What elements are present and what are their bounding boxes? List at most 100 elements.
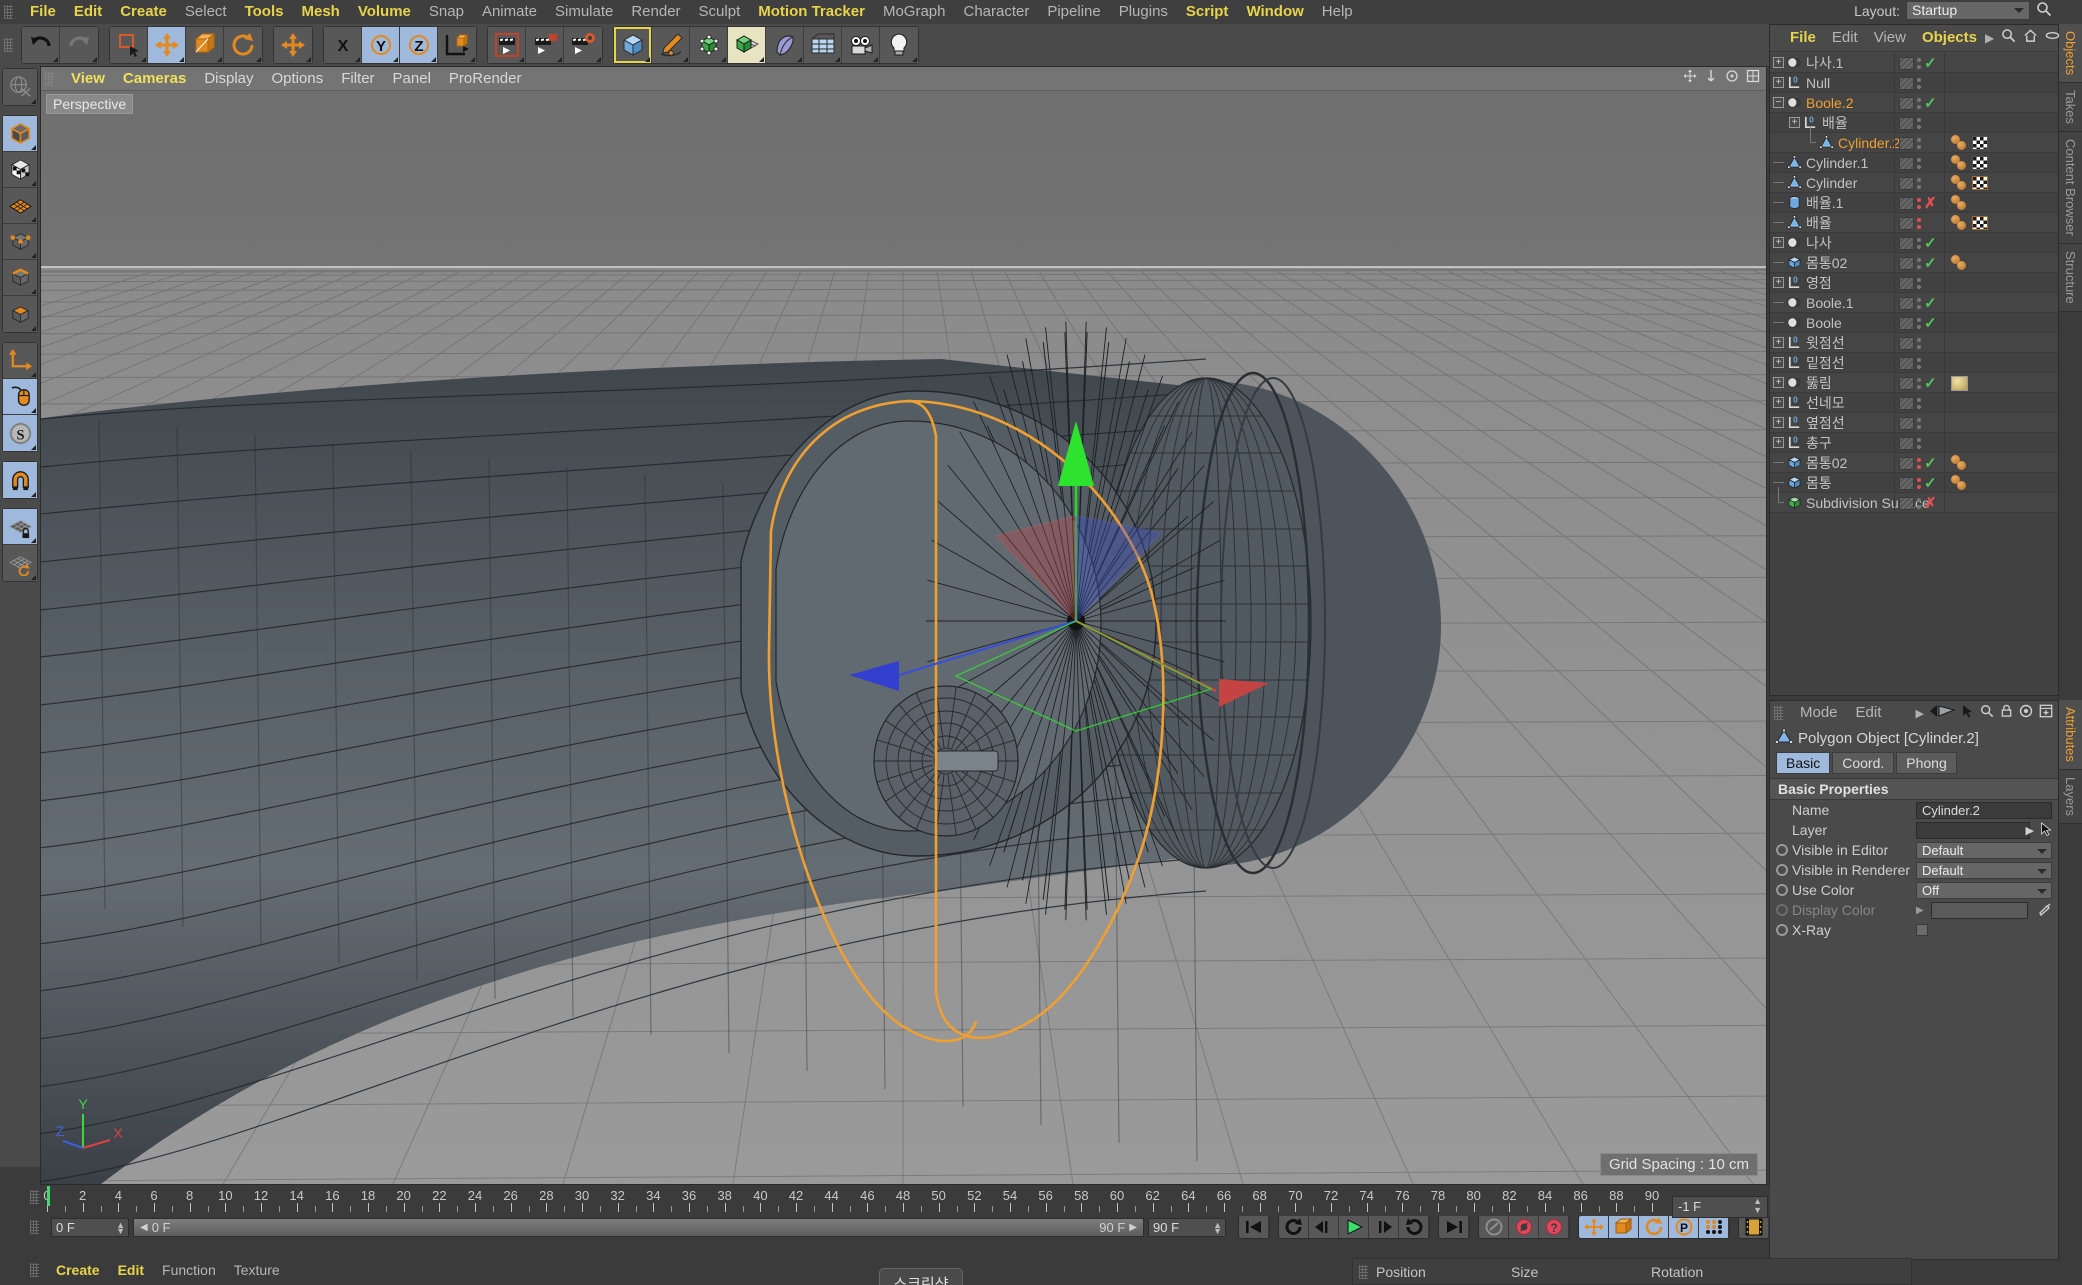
rotation-key-button[interactable] <box>1639 1216 1669 1238</box>
polygon-mode-button[interactable] <box>3 188 37 224</box>
render-toggle-icon[interactable] <box>1899 496 1914 510</box>
object-row[interactable]: + 나사 ✓ <box>1770 233 2058 253</box>
rotate-view-icon[interactable] <box>1725 69 1739 88</box>
animation-track-toggle[interactable] <box>1776 844 1788 856</box>
color-expand-arrow-icon[interactable]: ▶ <box>1916 905 1924 916</box>
soft-selection-button[interactable]: S <box>3 415 37 451</box>
timeline-button[interactable] <box>1739 1216 1769 1238</box>
object-row[interactable]: Boole.1 ✓ <box>1770 293 2058 313</box>
enable-axis-button[interactable] <box>3 379 37 415</box>
attribute-manager-grip[interactable] <box>1774 706 1783 720</box>
render-toggle-icon[interactable] <box>1899 256 1914 270</box>
pan-view-icon[interactable] <box>1683 69 1697 88</box>
scale-tool-button[interactable] <box>186 27 224 63</box>
viewport-menu-panel[interactable]: Panel <box>384 67 440 91</box>
menu-plugins[interactable]: Plugins <box>1110 0 1177 24</box>
viewport-menu-view[interactable]: View <box>62 67 114 91</box>
render-toggle-icon[interactable] <box>1899 416 1914 430</box>
search-icon[interactable] <box>1980 704 1994 723</box>
viewport-menu-display[interactable]: Display <box>195 67 262 91</box>
object-row[interactable]: Cylinder <box>1770 173 2058 193</box>
visibility-dots[interactable] <box>1917 237 1921 249</box>
object-type-icon[interactable]: 0 <box>1787 335 1802 350</box>
menu-character[interactable]: Character <box>954 0 1038 24</box>
object-type-icon[interactable] <box>1787 155 1802 170</box>
object-type-icon[interactable]: 0 <box>1787 355 1802 370</box>
viewport-canvas[interactable]: Grid Spacing : 10 cm Y X Z <box>41 91 1766 1184</box>
object-row[interactable]: Subdivision Surface ✗ <box>1770 487 2058 513</box>
toolbar-grip[interactable] <box>4 38 13 52</box>
timeline-playhead[interactable] <box>47 1186 50 1206</box>
object-type-icon[interactable] <box>1787 295 1802 310</box>
object-type-icon[interactable] <box>1787 455 1802 470</box>
object-tree[interactable]: + 나사.1 ✓ +0 Null − Boole.2 ✓ +0 배율 Cylinder.2 … <box>1770 53 2058 695</box>
render-toggle-icon[interactable] <box>1899 296 1914 310</box>
object-row[interactable]: 배율 <box>1770 213 2058 233</box>
timeline-controls-grip[interactable] <box>30 1220 39 1234</box>
right-tab-content-browser[interactable]: Content Browser <box>2059 132 2082 244</box>
current-frame-field[interactable]: 0 F ▲ ▼ <box>51 1217 129 1237</box>
edge-mode-button[interactable] <box>3 260 37 296</box>
home-icon[interactable] <box>2023 28 2038 48</box>
chevron-right-icon[interactable]: ▶ <box>1985 31 1994 45</box>
render-view-button[interactable] <box>488 27 526 63</box>
eyedropper-icon[interactable] <box>2038 902 2052 919</box>
viewport-menu-prorender[interactable]: ProRender <box>440 67 531 91</box>
render-toggle-icon[interactable] <box>1899 476 1914 490</box>
move-tool-button[interactable] <box>148 27 186 63</box>
screenshot-button[interactable]: 스크린샷 <box>879 1268 963 1285</box>
scrub-left-arrow-icon[interactable]: ◀ <box>140 1219 148 1236</box>
visibility-dots[interactable] <box>1917 317 1921 329</box>
menu-animate[interactable]: Animate <box>473 0 546 24</box>
spinner-arrows-icon[interactable]: ▲ ▼ <box>1753 1197 1762 1215</box>
end-frame-field[interactable]: 90 F ▲ ▼ <box>1148 1217 1226 1237</box>
object-axis-button[interactable] <box>3 343 37 379</box>
expand-icon[interactable]: + <box>1773 277 1784 288</box>
visibility-dots[interactable] <box>1917 57 1921 69</box>
attribute-value-input[interactable]: Cylinder.2 <box>1916 801 2052 819</box>
menu-file[interactable]: File <box>21 0 65 24</box>
enabled-check-icon[interactable]: ✓ <box>1924 236 1937 251</box>
render-toggle-icon[interactable] <box>1899 336 1914 350</box>
scale-key-button[interactable] <box>1609 1216 1639 1238</box>
nurbs-button[interactable] <box>690 27 728 63</box>
render-toggle-icon[interactable] <box>1899 316 1914 330</box>
search-icon[interactable] <box>2036 1 2052 20</box>
visibility-dots[interactable] <box>1917 97 1921 109</box>
spinner-arrows-icon[interactable]: ▲ ▼ <box>1213 1220 1222 1235</box>
add-icon[interactable] <box>2039 704 2053 723</box>
object-type-icon[interactable] <box>1787 475 1802 490</box>
rotate-tool-button[interactable] <box>224 27 262 63</box>
object-row[interactable]: +0 밑점선 <box>1770 353 2058 373</box>
viewport-menu-options[interactable]: Options <box>263 67 333 91</box>
point-mode-button[interactable] <box>3 224 37 260</box>
bend-deformer-button[interactable] <box>766 27 804 63</box>
menu-volume[interactable]: Volume <box>349 0 420 24</box>
keyframe-selection-button[interactable]: ? <box>1539 1216 1569 1238</box>
object-row[interactable]: + 나사.1 ✓ <box>1770 53 2058 73</box>
material-tag-icon[interactable] <box>1951 155 1968 171</box>
object-row[interactable]: Cylinder.2 <box>1770 127 2058 153</box>
display-color-swatch[interactable] <box>1930 901 2028 919</box>
attribute-tab-coord[interactable]: Coord. <box>1832 752 1895 774</box>
material-menu-create[interactable]: Create <box>47 1258 109 1282</box>
object-type-icon[interactable] <box>1787 495 1802 510</box>
material-menu-function[interactable]: Function <box>153 1258 225 1282</box>
material-tag-icon[interactable] <box>1951 195 1968 211</box>
autokeying-button[interactable] <box>1509 1216 1539 1238</box>
material-tag-icon[interactable] <box>1951 475 1968 491</box>
render-toggle-icon[interactable] <box>1899 176 1914 190</box>
visibility-dots[interactable] <box>1917 457 1921 469</box>
visibility-dots[interactable] <box>1917 377 1921 389</box>
menubar-grip[interactable] <box>4 5 13 19</box>
right-tab-takes[interactable]: Takes <box>2059 83 2082 133</box>
attribute-tab-phong[interactable]: Phong <box>1896 752 1957 774</box>
scrub-right-arrow-icon[interactable]: ▶ <box>1129 1219 1137 1236</box>
render-toggle-icon[interactable] <box>1899 276 1914 290</box>
render-toggle-icon[interactable] <box>1899 156 1914 170</box>
back-navigate-icon[interactable] <box>1930 704 1956 723</box>
enabled-check-icon[interactable]: ✓ <box>1924 296 1937 311</box>
menu-select[interactable]: Select <box>176 0 236 24</box>
render-settings-button[interactable] <box>564 27 602 63</box>
visibility-dots[interactable] <box>1917 297 1921 309</box>
